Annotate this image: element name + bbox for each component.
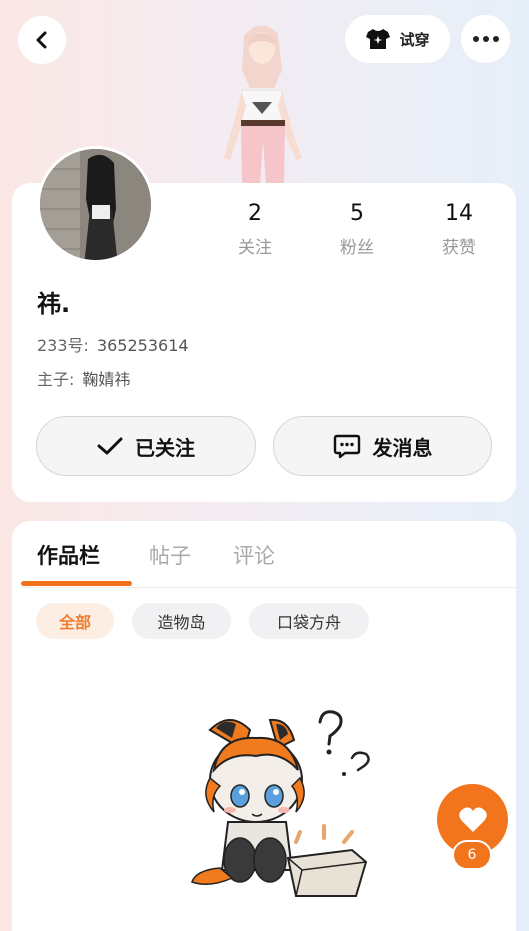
- active-tab-indicator: [21, 581, 132, 586]
- tab-posts[interactable]: 帖子: [149, 540, 191, 570]
- stat-following[interactable]: 2 关注: [215, 201, 295, 258]
- owner-label: 主子:: [37, 370, 75, 389]
- message-button[interactable]: 发消息: [273, 416, 492, 476]
- stat-likes[interactable]: 14 获赞: [419, 201, 499, 258]
- tab-works[interactable]: 作品栏: [37, 540, 100, 570]
- back-button[interactable]: [18, 16, 66, 64]
- more-dots-icon: [472, 36, 499, 42]
- uid-row: 233号: 365253614: [37, 332, 189, 356]
- username: 祎.: [37, 290, 71, 318]
- chevron-left-icon: [36, 31, 47, 49]
- fans-count: 5: [350, 201, 364, 226]
- more-button[interactable]: [461, 15, 510, 63]
- filter-pocket-ark[interactable]: 口袋方舟: [249, 603, 369, 639]
- followed-label: 已关注: [135, 435, 195, 460]
- following-count: 2: [248, 201, 262, 226]
- uid-label: 233号:: [37, 336, 89, 355]
- following-label: 关注: [238, 238, 272, 258]
- likes-label: 获赞: [442, 238, 476, 258]
- likes-count: 14: [445, 201, 473, 226]
- avatar[interactable]: [37, 146, 154, 263]
- tab-comments[interactable]: 评论: [233, 540, 275, 570]
- owner-value[interactable]: 鞠婧祎: [82, 370, 130, 389]
- heart-icon: [458, 806, 487, 832]
- try-on-label: 试穿: [399, 30, 430, 49]
- message-label: 发消息: [372, 435, 433, 460]
- fans-label: 粉丝: [340, 238, 374, 258]
- stat-fans[interactable]: 5 粉丝: [317, 201, 397, 258]
- filter-all[interactable]: 全部: [36, 603, 114, 639]
- like-count-badge: 6: [452, 840, 492, 870]
- chat-bubble-icon: [333, 434, 360, 459]
- filter-creation-island[interactable]: 造物岛: [132, 603, 231, 639]
- owner-row: 主子: 鞠婧祎: [37, 366, 130, 390]
- try-on-button[interactable]: 试穿: [345, 15, 450, 63]
- empty-state-illustration: [191, 710, 370, 897]
- followed-button[interactable]: 已关注: [36, 416, 256, 476]
- avatar-figure: [224, 25, 302, 186]
- tab-divider: [20, 587, 516, 588]
- uid-value: 365253614: [96, 336, 189, 355]
- shirt-sparkle-icon: [366, 29, 391, 49]
- check-icon: [97, 437, 123, 455]
